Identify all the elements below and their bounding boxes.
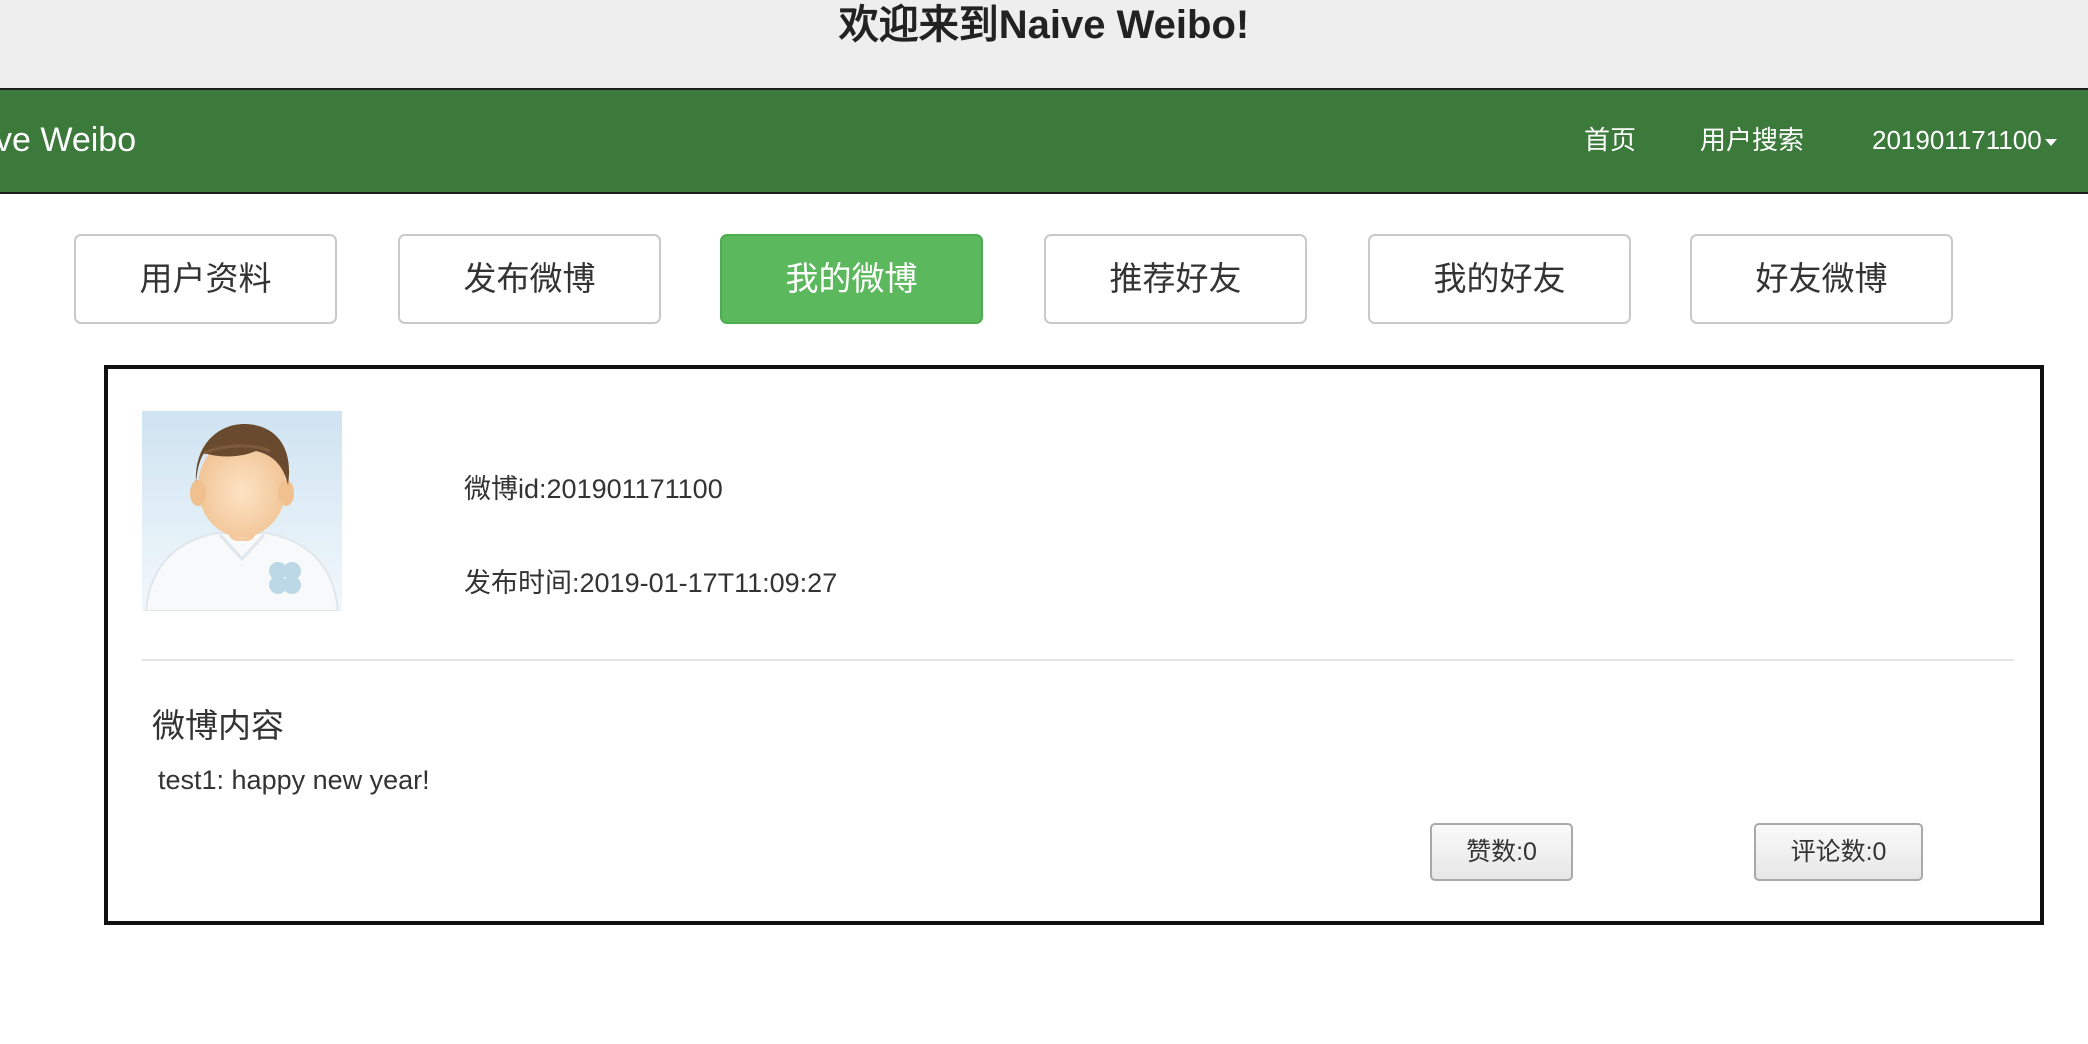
tab-my-weibo[interactable]: 我的微博 <box>720 234 983 324</box>
like-count: 0 <box>1523 838 1537 866</box>
like-label: 赞数: <box>1466 838 1524 866</box>
caret-down-icon <box>2044 138 2057 146</box>
publish-time: 发布时间:2019-01-17T11:09:27 <box>464 561 837 600</box>
nav-link-user-search[interactable]: 用户搜索 <box>1700 90 1804 190</box>
user-menu-label: 201901171100 <box>1872 125 2042 155</box>
navbar-brand[interactable]: Naive Weibo <box>0 90 136 190</box>
publish-time-label: 发布时间: <box>464 568 580 598</box>
tab-publish-weibo[interactable]: 发布微博 <box>398 234 661 324</box>
tab-user-profile[interactable]: 用户资料 <box>74 234 337 324</box>
comment-label: 评论数: <box>1790 838 1873 866</box>
avatar <box>142 411 342 611</box>
nav-link-home[interactable]: 首页 <box>1584 90 1636 190</box>
like-count-button[interactable]: 赞数:0 <box>1430 823 1573 881</box>
welcome-banner: 欢迎来到Naive Weibo! <box>0 0 2088 90</box>
user-avatar-icon <box>142 411 342 611</box>
navbar: Naive Weibo 首页 用户搜索 201901171100 <box>0 90 2088 194</box>
welcome-title: 欢迎来到Naive Weibo! <box>838 3 1250 47</box>
user-menu-dropdown[interactable]: 201901171100 <box>1872 90 2057 190</box>
publish-time-value: 2019-01-17T11:09:27 <box>579 568 838 598</box>
comment-count-button[interactable]: 评论数:0 <box>1754 823 1923 881</box>
tab-friends-weibo[interactable]: 好友微博 <box>1690 234 1953 324</box>
tab-my-friends[interactable]: 我的好友 <box>1368 234 1631 324</box>
content-text: test1: happy new year! <box>158 765 430 795</box>
comment-count: 0 <box>1872 838 1887 866</box>
weibo-post-card: 微博id:201901171100 发布时间:2019-01-17T11:09:… <box>104 365 2044 925</box>
content-heading: 微博内容 <box>152 707 284 744</box>
weibo-id-value: 201901171100 <box>546 474 723 504</box>
tab-recommended-friends[interactable]: 推荐好友 <box>1044 234 1307 324</box>
weibo-id: 微博id:201901171100 <box>464 467 723 506</box>
divider <box>142 659 2014 661</box>
weibo-id-label: 微博id: <box>464 474 547 504</box>
